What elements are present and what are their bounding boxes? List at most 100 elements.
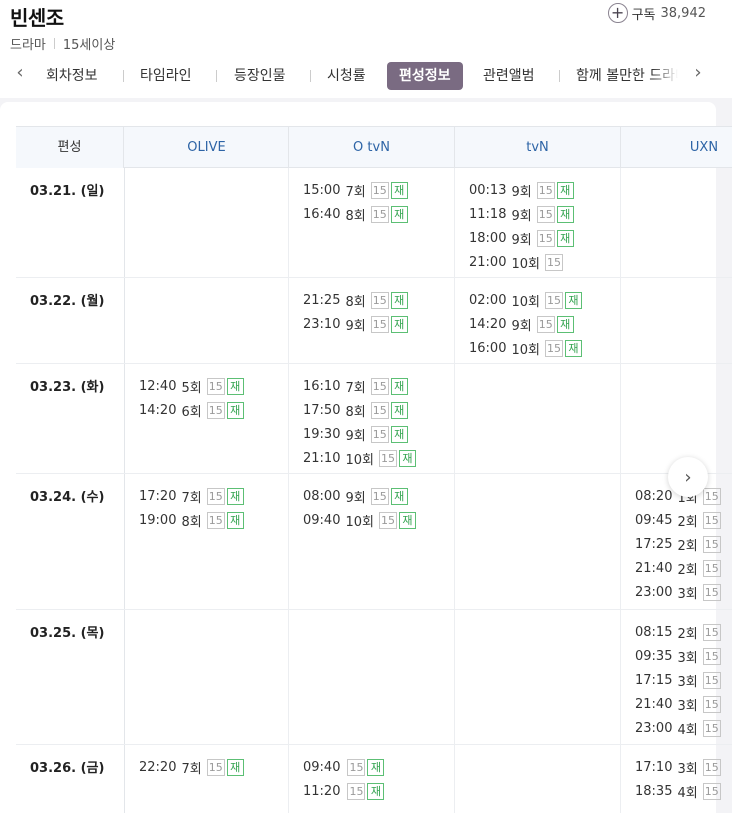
schedule-cell-olive: 22:20 7회 15 재 (125, 745, 289, 813)
age-rating-badge: 15 (536, 315, 555, 333)
rerun-badge: 재 (226, 487, 244, 505)
rerun-badge: 재 (390, 181, 408, 199)
broadcast-entry: 11:20 15 재 (303, 779, 454, 803)
age-rating-badge: 15 (702, 719, 721, 737)
episode-number: 3회 (677, 650, 698, 666)
air-time: 15:00 (303, 182, 341, 198)
tab-bar: ‹ 회차정보 타임라인 등장인물 시청률 편성정보 관련앨범 함께 볼만한 드라… (0, 60, 732, 92)
air-time: 14:20 (139, 402, 177, 418)
subscribe-label[interactable]: 구독 (632, 4, 656, 23)
broadcast-entry: 21:10 10회 15 재 (303, 446, 454, 470)
program-header: 빈센조 + 구독 38,942 드라마 15세이상 ‹ 회차정보 타임라인 등장… (0, 0, 732, 98)
rerun-badge: 재 (390, 205, 408, 223)
air-time: 22:20 (139, 759, 177, 775)
episode-number: 8회 (345, 404, 366, 420)
tab-schedule[interactable]: 편성정보 (387, 62, 463, 90)
age-rating-badge: 15 (370, 205, 389, 223)
broadcast-entry: 08:15 2회 15 (635, 620, 732, 644)
tab-ratings[interactable]: 시청률 (327, 62, 366, 90)
broadcast-entry: 11:18 9회 15 재 (469, 202, 620, 226)
schedule-cell-olive: 12:40 5회 15 재 14:20 6회 15 재 (125, 364, 289, 473)
broadcast-entry: 21:40 2회 15 (635, 556, 732, 580)
schedule-cell-tvn: 00:13 9회 15 재 11:18 9회 15 재 18:00 9회 15 재 21:00 10회 15 (455, 168, 621, 277)
episode-number: 9회 (345, 490, 366, 506)
episode-number: 9회 (345, 428, 366, 444)
episode-number: 7회 (181, 490, 202, 506)
age-rating-badge: 15 (544, 291, 563, 309)
air-time: 18:00 (469, 230, 507, 246)
schedule-cell-tvn (455, 745, 621, 813)
rerun-badge: 재 (390, 377, 408, 395)
broadcast-entry: 17:25 2회 15 (635, 532, 732, 556)
table-row: 03.21. (일) 15:00 7회 15 재 16:40 8회 15 재 00:13 9회 15 재… (16, 168, 732, 278)
age-rating-badge: 15 (206, 758, 225, 776)
rerun-badge: 재 (226, 377, 244, 395)
rerun-badge: 재 (367, 782, 385, 800)
schedule-cell-olive: 17:20 7회 15 재 19:00 8회 15 재 (125, 474, 289, 609)
schedule-cell-olive (125, 168, 289, 277)
chevron-right-icon[interactable]: › (688, 62, 708, 83)
episode-number: 9회 (511, 232, 532, 248)
tab-cast[interactable]: 등장인물 (234, 62, 286, 90)
episode-number: 10회 (345, 514, 374, 530)
rerun-badge: 재 (556, 181, 574, 199)
program-title[interactable]: 빈센조 (10, 2, 64, 31)
age-rating-badge: 15 (536, 181, 555, 199)
age-rating-badge: 15 (206, 487, 225, 505)
age-rating-badge: 15 (702, 695, 721, 713)
age-rating-badge: 15 (702, 511, 721, 529)
air-time: 00:13 (469, 182, 507, 198)
episode-number: 9회 (511, 208, 532, 224)
age-rating-badge: 15 (206, 377, 225, 395)
broadcast-entry: 17:10 3회 15 (635, 755, 732, 779)
tab-timeline[interactable]: 타임라인 (140, 62, 192, 90)
date-cell: 03.22. (월) (16, 278, 125, 363)
age-rating-badge: 15 (702, 623, 721, 641)
age-rating-badge: 15 (370, 291, 389, 309)
subscribe-button[interactable]: + 구독 38,942 (607, 3, 706, 23)
schedule-cell-uxn: 08:15 2회 15 09:35 3회 15 17:15 3회 15 21:40 3회 15 23:0… (621, 610, 732, 744)
age-rating-badge: 15 (544, 339, 563, 357)
schedule-cell-tvn (455, 474, 621, 609)
tab-divider (123, 70, 124, 82)
air-time: 17:25 (635, 536, 673, 552)
tab-episodes[interactable]: 회차정보 (46, 62, 98, 90)
broadcast-entry: 16:10 7회 15 재 (303, 374, 454, 398)
header-schedule: 편성 (16, 127, 124, 168)
age-rating-badge: 15 (206, 401, 225, 419)
age-rating-badge: 15 (370, 487, 389, 505)
broadcast-entry: 09:40 10회 15 재 (303, 508, 454, 532)
episode-number: 2회 (677, 626, 698, 642)
rerun-badge: 재 (556, 229, 574, 247)
episode-number: 7회 (345, 380, 366, 396)
air-time: 17:20 (139, 488, 177, 504)
plus-circle-icon[interactable]: + (607, 3, 628, 23)
header-channel-uxn: UXN (689, 140, 719, 155)
broadcast-entry: 08:00 9회 15 재 (303, 484, 454, 508)
table-row: 03.22. (월) 21:25 8회 15 재 23:10 9회 15 재 02:00 10회 15… (16, 278, 732, 364)
broadcast-entry: 17:15 3회 15 (635, 668, 732, 692)
air-time: 08:00 (303, 488, 341, 504)
tab-divider (216, 70, 217, 82)
chevron-right-icon[interactable]: › (684, 467, 691, 488)
table-row: 03.25. (목) 08:15 2회 15 09:35 3회 15 17:15 3회 15 21:… (16, 610, 732, 745)
schedule-cell-otvn: 08:00 9회 15 재 09:40 10회 15 재 (289, 474, 455, 609)
episode-number: 8회 (345, 294, 366, 310)
tab-albums[interactable]: 관련앨범 (483, 62, 535, 90)
broadcast-entry: 19:30 9회 15 재 (303, 422, 454, 446)
schedule-cell-otvn: 16:10 7회 15 재 17:50 8회 15 재 19:30 9회 15 재 21:10 10회 15… (289, 364, 455, 473)
schedule-cell-otvn: 09:40 15 재 11:20 15 재 (289, 745, 455, 813)
tab-recommended[interactable]: 함께 볼만한 드라마 (576, 62, 678, 90)
table-scroll-next-button[interactable]: › (668, 457, 708, 497)
air-time: 19:30 (303, 426, 341, 442)
age-rating-badge: 15 (702, 758, 721, 776)
age-rating-badge: 15 (544, 253, 563, 271)
air-time: 19:00 (139, 512, 177, 528)
broadcast-entry: 21:25 8회 15 재 (303, 288, 454, 312)
schedule-cell-olive (125, 610, 289, 744)
air-time: 12:40 (139, 378, 177, 394)
chevron-left-icon[interactable]: ‹ (10, 62, 30, 83)
broadcast-entry: 17:50 8회 15 재 (303, 398, 454, 422)
broadcast-entry: 19:00 8회 15 재 (139, 508, 288, 532)
episode-number: 8회 (181, 514, 202, 530)
